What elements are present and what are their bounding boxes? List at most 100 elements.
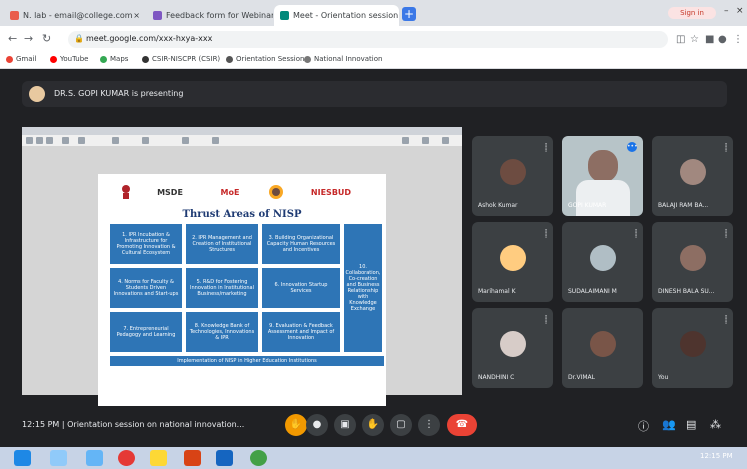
reload-icon[interactable]: ↻ [42, 32, 51, 45]
toolbar-icon [142, 137, 149, 144]
document-viewport: MSDE MoE NIESBUD Thrust Areas of NISP 1.… [22, 146, 462, 412]
close-tab-icon[interactable]: × [133, 11, 140, 20]
folder-icon[interactable] [150, 450, 167, 466]
presenter-banner: DR.S. GOPI KUMAR is presenting [22, 81, 727, 107]
toolbar-icon [402, 137, 409, 144]
taskbar-clock: 12:15 PM [700, 452, 733, 460]
chrome-window-icon[interactable] [250, 450, 267, 466]
participant-video-icon [590, 245, 616, 271]
toolbar-icon [46, 137, 53, 144]
participant-tile[interactable]: ⸽ Ashok Kumar [472, 136, 553, 216]
toolbar-icon [26, 137, 33, 144]
bookmark-item[interactable]: Orientation Session [226, 55, 304, 63]
thrust-box: 8. Knowledge Bank of Technologies, Innov… [186, 312, 258, 352]
account-icon[interactable]: ● [718, 34, 727, 45]
participant-name: DINESH BALA SU... [658, 288, 715, 295]
tab-label: Meet - Orientation session [293, 11, 399, 20]
bookmark-item[interactable]: CSIR-NISCPR (CSIR) [142, 55, 220, 63]
address-bar[interactable]: 🔒 meet.google.com/xxx-hxya-xxx [68, 31, 668, 48]
toolbar-icon [36, 137, 43, 144]
toolbar-icon [112, 137, 119, 144]
present-button[interactable]: ▢ [390, 414, 412, 436]
meeting-title: Orientation session on national innovati… [67, 420, 245, 429]
participant-name: SUDALAIMANI M [568, 288, 617, 295]
thrust-box: 4. Norms for Faculty & Students Driven I… [110, 268, 182, 308]
mic-off-icon: ⸽ [724, 315, 727, 324]
mic-off-icon: ⸽ [724, 143, 727, 152]
powerpoint-icon[interactable] [184, 450, 201, 466]
star-icon[interactable]: ☆ [690, 34, 699, 45]
emblem-logo [116, 182, 136, 202]
emoji-button[interactable]: ✋ [362, 414, 384, 436]
participant-video-icon [680, 159, 706, 185]
participant-tile[interactable]: ⸽ You [652, 308, 733, 388]
bookmark-item[interactable]: Gmail [6, 55, 36, 63]
mic-button[interactable]: ● [306, 414, 328, 436]
extensions-icon[interactable]: ■ [705, 34, 714, 45]
back-icon[interactable]: ← [8, 32, 17, 45]
site-icon [226, 55, 233, 63]
site-icon [304, 55, 311, 63]
youtube-icon [50, 55, 57, 63]
tab-label: Feedback form for Webinar on [166, 11, 273, 20]
tab-email[interactable]: N. lab - email@college.com × [4, 5, 146, 26]
word-icon[interactable] [216, 450, 233, 466]
activities-icon[interactable]: ⁂ [710, 418, 721, 431]
thrust-box: 1. IPR Incubation & Infrastructure for P… [110, 224, 182, 264]
toolbar-icon [442, 137, 449, 144]
captions-button[interactable]: ▣ [334, 414, 356, 436]
minimize-icon[interactable]: – [724, 6, 729, 16]
bookmark-item[interactable]: YouTube [50, 55, 88, 63]
thrust-box: 6. Innovation Startup Services [262, 268, 340, 308]
thrust-box: 9. Evaluation & Feedback Assessment and … [262, 312, 340, 352]
participant-tile[interactable]: ⸽ Marihamal K [472, 222, 553, 302]
shirt-shape [576, 180, 630, 216]
browser-tab-bar: N. lab - email@college.com × Feedback fo… [0, 0, 747, 26]
camera-permission-icon[interactable]: ◫ [676, 34, 685, 45]
toolbar-icon [422, 137, 429, 144]
participant-video-icon [500, 331, 526, 357]
close-window-icon[interactable]: × [736, 6, 744, 16]
leave-call-button[interactable]: ☎ [447, 414, 477, 436]
slide-footer: Implementation of NISP in Higher Educati… [110, 356, 384, 366]
media-icon[interactable] [86, 450, 103, 466]
window-title-bar [22, 127, 462, 135]
thrust-box: 5. R&D for Fostering Innovation in Insti… [186, 268, 258, 308]
bookmarks-bar: Gmail YouTube Maps CSIR-NISCPR (CSIR) Or… [0, 52, 747, 69]
site-icon [142, 55, 149, 63]
mic-off-icon: ⸽ [544, 229, 547, 238]
profile-button[interactable]: Sign in [668, 7, 716, 19]
tab-feedback-form[interactable]: Feedback form for Webinar on × [147, 5, 273, 26]
chat-icon[interactable]: ▤ [686, 418, 696, 431]
speaking-icon: ••• [627, 142, 638, 152]
bookmark-item[interactable]: National Innovation [304, 55, 382, 63]
presenter-text: DR.S. GOPI KUMAR is presenting [54, 89, 184, 98]
meet-favicon-icon [280, 11, 289, 20]
close-tab-icon[interactable]: × [398, 11, 399, 20]
thrust-box: 7. Entrepreneurial Pedagogy and Learning [110, 312, 182, 352]
info-icon[interactable]: ⓘ [638, 418, 649, 434]
menu-icon[interactable]: ⋮ [733, 34, 743, 45]
tab-meet[interactable]: Meet - Orientation session × [274, 5, 399, 26]
toolbar-icon [212, 137, 219, 144]
more-options-button[interactable]: ⋮ [418, 414, 440, 436]
forward-icon[interactable]: → [24, 32, 33, 45]
toolbar-icon [62, 137, 69, 144]
participant-tile[interactable]: ••• GOPI KUMAR [562, 136, 643, 216]
mic-off-icon: ⸽ [544, 143, 547, 152]
raise-hand-button[interactable]: ✋ [285, 414, 307, 436]
participant-tile[interactable]: ⸽ NANDHINI C [472, 308, 553, 388]
participant-tile[interactable]: ⸽ BALAJI RAM BA... [652, 136, 733, 216]
explorer-icon[interactable] [50, 450, 67, 466]
shared-screen: MSDE MoE NIESBUD Thrust Areas of NISP 1.… [22, 127, 462, 412]
people-icon[interactable]: 👥 [662, 418, 676, 431]
bookmark-item[interactable]: Maps [100, 55, 128, 63]
participant-tile[interactable]: ⸽ DINESH BALA SU... [652, 222, 733, 302]
participant-tile[interactable]: ⸽ SUDALAIMANI M [562, 222, 643, 302]
start-icon[interactable] [14, 450, 31, 466]
chrome-icon[interactable] [118, 450, 135, 466]
participant-tile[interactable]: Dr.VIMAL [562, 308, 643, 388]
toolbar-icon [78, 137, 85, 144]
new-tab-button[interactable]: + [402, 7, 416, 21]
os-taskbar: 12:15 PM [0, 447, 747, 469]
